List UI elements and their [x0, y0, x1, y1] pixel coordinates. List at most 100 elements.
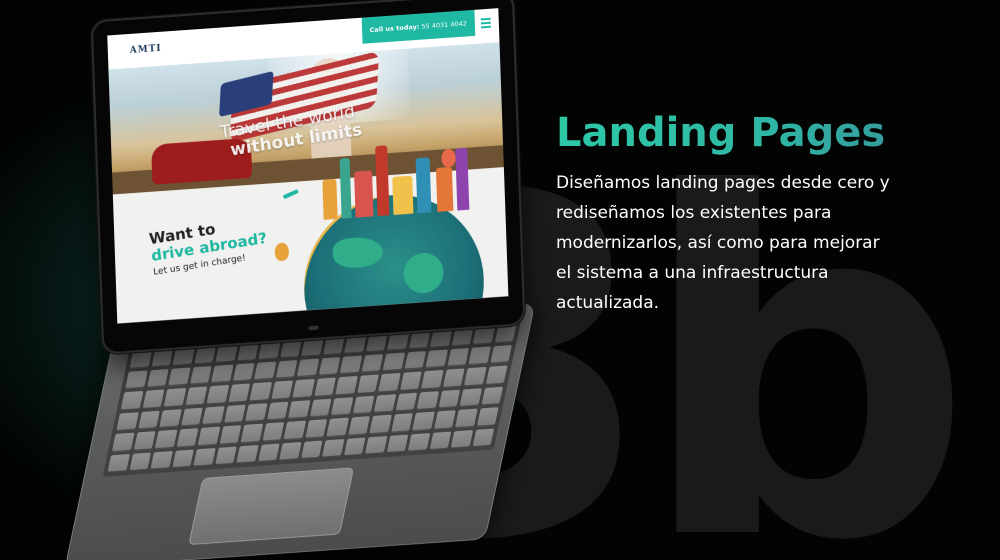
keyboard-key — [326, 417, 349, 437]
keyboard-key — [193, 447, 216, 467]
keyboard-key — [433, 410, 456, 430]
keyboard-key — [292, 378, 315, 398]
keyboard-key — [442, 368, 465, 388]
keyboard-key — [412, 411, 435, 431]
keyboard-key — [429, 430, 452, 451]
airplane-icon — [282, 189, 299, 200]
keyboard-key — [253, 361, 277, 381]
keyboard-key — [283, 420, 306, 440]
landmark-building — [435, 166, 454, 212]
landmark-building — [339, 157, 352, 219]
keyboard-key — [142, 389, 165, 409]
trackpad — [188, 467, 355, 546]
keyboard-key — [266, 401, 289, 421]
keyboard-key — [361, 353, 384, 373]
landmark-building — [415, 157, 432, 214]
description-text: Diseñamos landing pages desde cero y red… — [556, 168, 976, 318]
keyboard-key — [189, 365, 212, 385]
description-line: rediseñamos los existentes para — [556, 203, 832, 223]
keyboard-key — [206, 384, 229, 404]
keyboard-key — [369, 414, 392, 434]
keyboard-key — [249, 381, 272, 401]
keyboard-key — [232, 362, 255, 382]
keyboard-key — [176, 428, 199, 448]
keyboard-key — [459, 387, 482, 407]
landmark-building — [392, 175, 414, 216]
keyboard-key — [454, 408, 478, 428]
keyboard-key — [378, 372, 401, 392]
description-line: Diseñamos landing pages desde cero y — [556, 173, 890, 193]
keyboard-key — [214, 445, 237, 466]
keyboard-key — [111, 432, 135, 452]
keyboard-key — [330, 396, 353, 416]
keyboard-key — [270, 380, 294, 400]
keyboard-key — [313, 377, 336, 397]
keyboard-key — [463, 366, 487, 386]
keyboard-key — [171, 448, 194, 469]
keyboard-key — [128, 451, 152, 472]
keyboard-key — [356, 374, 379, 394]
keyboard-key — [137, 410, 160, 430]
keyboard-key — [335, 375, 358, 395]
hero-banner: 3b. AMTI Call us today: 55 4031 4042 — [0, 0, 1000, 560]
keyboard-key — [450, 429, 473, 449]
keyboard-key — [390, 413, 413, 433]
keyboard-key — [296, 358, 319, 378]
keyboard-key — [446, 347, 470, 367]
keyboard-key — [210, 364, 234, 384]
keyboard-key — [116, 411, 139, 431]
keyboard-key — [107, 453, 130, 473]
keyboard-key — [416, 390, 439, 410]
description-line: el sistema a una infraestructura — [556, 263, 829, 283]
keyboard-key — [321, 438, 345, 458]
landmark-building — [455, 147, 470, 211]
keyboard-key — [309, 398, 332, 418]
call-label: Call us today: — [369, 22, 420, 35]
keyboard-key — [386, 433, 409, 454]
keyboard-key — [395, 392, 418, 412]
keyboard-key — [163, 387, 186, 407]
keyboard-key — [382, 352, 405, 372]
call-number: 55 4031 4042 — [421, 19, 467, 31]
landmarks-illustration — [311, 137, 508, 221]
keyboard-key — [287, 399, 311, 419]
keyboard-key — [120, 390, 143, 410]
keyboard-key — [197, 426, 220, 446]
laptop-mockup: AMTI Call us today: 55 4031 4042 Travel … — [0, 0, 560, 560]
keyboard-key — [261, 422, 285, 442]
call-bar: Call us today: 55 4031 4042 — [361, 9, 476, 44]
keyboard-key — [425, 349, 448, 369]
cta-text: Want to drive abroad? Let us get in char… — [148, 213, 269, 279]
keyboard-key — [146, 368, 169, 388]
landmark-building — [322, 178, 338, 220]
keyboard-key — [185, 386, 208, 406]
keyboard-key — [437, 389, 461, 409]
page-title: Landing Pages — [556, 110, 976, 156]
keyboard-key — [154, 429, 177, 449]
laptop-screen: AMTI Call us today: 55 4031 4042 Travel … — [90, 0, 526, 355]
keyboard-key — [318, 356, 341, 376]
keyboard-key — [223, 404, 246, 424]
keyboard-key — [240, 423, 263, 443]
keyboard-key — [480, 386, 504, 406]
keyboard-key — [352, 395, 375, 415]
keyboard-key — [202, 405, 225, 425]
keyboard-key — [403, 350, 427, 370]
keyboard-key — [125, 370, 148, 390]
keyboard-key — [407, 432, 430, 452]
keyboard-key — [339, 355, 362, 375]
keyboard-key — [347, 416, 370, 436]
keyboard-key — [219, 425, 242, 445]
description-line: modernizarlos, así como para mejorar — [556, 233, 880, 253]
site-cta-section: Want to drive abroad? Let us get in char… — [112, 145, 509, 324]
keyboard-key — [489, 344, 512, 364]
keyboard-key — [159, 408, 182, 428]
hot-air-balloon-icon — [441, 148, 456, 168]
keyboard-key — [168, 367, 191, 387]
keyboard-key — [133, 431, 156, 451]
keyboard-key — [343, 436, 366, 457]
keyboard-key — [150, 450, 173, 470]
keyboard-key — [257, 442, 280, 463]
keyboard-key — [275, 359, 298, 379]
keyboard-key — [244, 402, 268, 422]
